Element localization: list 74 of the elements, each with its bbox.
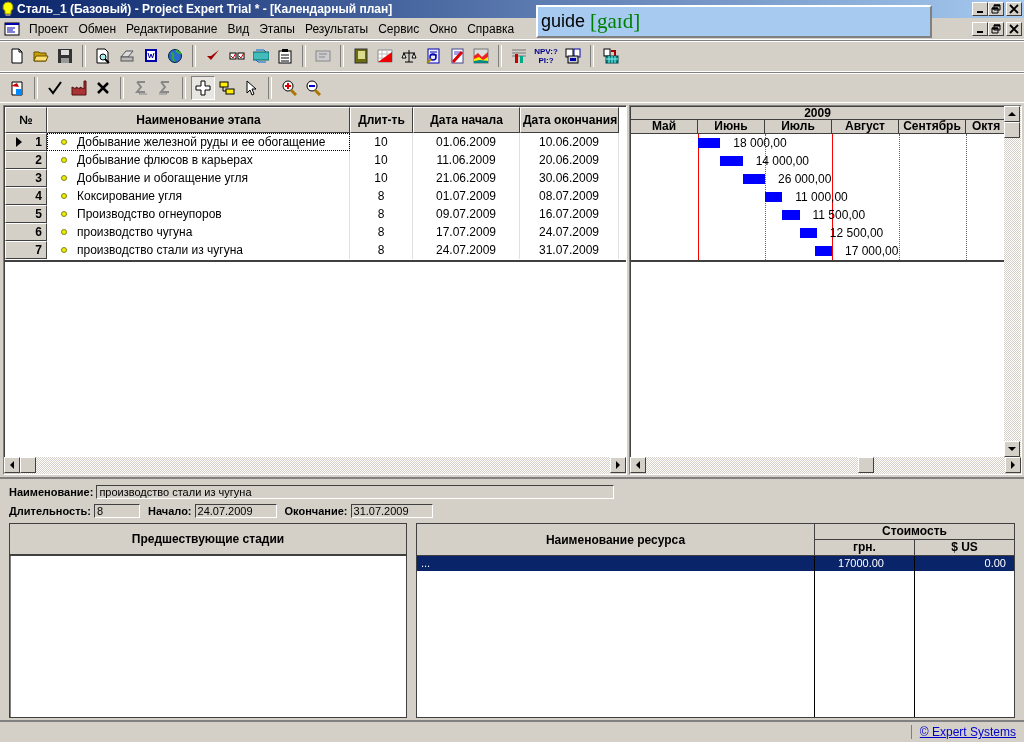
month-header: Октя xyxy=(966,120,1004,134)
menu-item[interactable]: Окно xyxy=(424,21,463,36)
table-cell: 01.06.2009 xyxy=(413,133,520,152)
year-header: 2009 xyxy=(631,107,1004,121)
table-cell[interactable]: Коксирование угля xyxy=(47,187,350,206)
table-cell: 17000.00 xyxy=(815,556,914,572)
table-cell[interactable]: производство чугуна xyxy=(47,223,350,242)
row-header[interactable]: 4 xyxy=(5,187,47,206)
name-field: производство стали из чугуна xyxy=(96,484,615,499)
table-cell[interactable]: Добывание флюсов в карьерах xyxy=(47,151,350,170)
table-cell: 17.07.2009 xyxy=(413,223,520,242)
menu-item[interactable]: Справка xyxy=(462,21,520,36)
row-header[interactable]: 2 xyxy=(5,151,47,170)
table-cell[interactable]: Производство огнеупоров xyxy=(47,205,350,224)
bar-label: 17 000,00 xyxy=(845,244,899,259)
table-cell: 24.07.2009 xyxy=(413,241,520,260)
table-cell[interactable]: Добывание и обогащение угля xyxy=(47,169,350,188)
column-header[interactable]: Длит-ть xyxy=(350,107,413,134)
table-cell[interactable]: ... xyxy=(417,556,814,572)
field-label: Начало: xyxy=(148,504,192,517)
start-date-field: 24.07.2009 xyxy=(194,503,277,518)
bar-label: 18 000,00 xyxy=(733,136,787,151)
month-header: Июль xyxy=(765,120,832,134)
table-cell: 01.07.2009 xyxy=(413,187,520,206)
duration-field: 8 xyxy=(94,503,140,518)
table-cell[interactable]: Добывание железной руды и ее обогащение xyxy=(47,133,350,152)
bar-label: 26 000,00 xyxy=(778,172,832,187)
bar-label: 14 000,00 xyxy=(755,154,810,169)
month-header: Май xyxy=(631,120,698,134)
row-header[interactable]: 1 xyxy=(5,133,47,152)
column-header[interactable]: Предшествующие стадии xyxy=(10,524,406,557)
menu-item[interactable]: Сервис xyxy=(373,21,425,36)
table-cell: 0.00 xyxy=(915,556,1014,572)
column-header[interactable]: Наименование ресурса xyxy=(417,524,815,556)
transcription: [gaɪd] xyxy=(590,9,641,34)
month-header: Август xyxy=(832,120,899,134)
menu-item[interactable]: Этапы xyxy=(254,21,300,36)
table-cell[interactable]: производство стали из чугуна xyxy=(47,241,350,260)
month-header: Сентябрь xyxy=(899,120,966,134)
field-label: Длительность: xyxy=(9,504,91,517)
table-cell: 8 xyxy=(350,241,413,260)
table-cell: 10 xyxy=(350,151,413,170)
table-cell: 8 xyxy=(350,205,413,224)
column-header[interactable]: Дата окончания xyxy=(520,107,619,134)
month-header: Июнь xyxy=(698,120,765,134)
table-cell: 11.06.2009 xyxy=(413,151,520,170)
table-cell: 8 xyxy=(350,223,413,242)
column-header[interactable]: Дата начала xyxy=(413,107,520,134)
menu-item[interactable]: Обмен xyxy=(73,21,122,36)
row-header[interactable]: 3 xyxy=(5,169,47,188)
end-date-field: 31.07.2009 xyxy=(350,503,433,518)
menu-item[interactable]: Результаты xyxy=(299,21,374,36)
table-cell: 10 xyxy=(350,133,413,152)
table-cell: 8 xyxy=(350,187,413,206)
field-label: Наименование: xyxy=(9,485,94,498)
table-cell: 10 xyxy=(350,169,413,188)
expert-systems-link[interactable]: © Expert Systems xyxy=(910,725,1024,740)
column-header[interactable]: $ US xyxy=(915,540,1014,556)
menu-item[interactable]: Вид xyxy=(222,21,255,36)
table-cell: 09.07.2009 xyxy=(413,205,520,224)
popup-word: guide xyxy=(541,11,586,32)
column-header[interactable]: Наименование этапа xyxy=(47,107,350,134)
column-group-header: Стоимость xyxy=(815,524,1014,541)
row-header[interactable]: 7 xyxy=(5,241,47,260)
window-title: Сталь_1 (Базовый) - Project Expert Trial * - [Календарный план] xyxy=(17,1,393,16)
row-header[interactable]: 6 xyxy=(5,223,47,242)
indicators-button[interactable]: NPV:? PI:? xyxy=(531,43,561,68)
menu-item[interactable]: Проект xyxy=(24,21,74,36)
column-header[interactable]: грн. xyxy=(815,540,915,556)
menu-item[interactable]: Редактирование xyxy=(121,21,223,36)
field-label: Окончание: xyxy=(284,504,348,517)
row-header[interactable]: 5 xyxy=(5,205,47,224)
table-cell: 21.06.2009 xyxy=(413,169,520,188)
column-header[interactable]: № xyxy=(5,107,47,134)
